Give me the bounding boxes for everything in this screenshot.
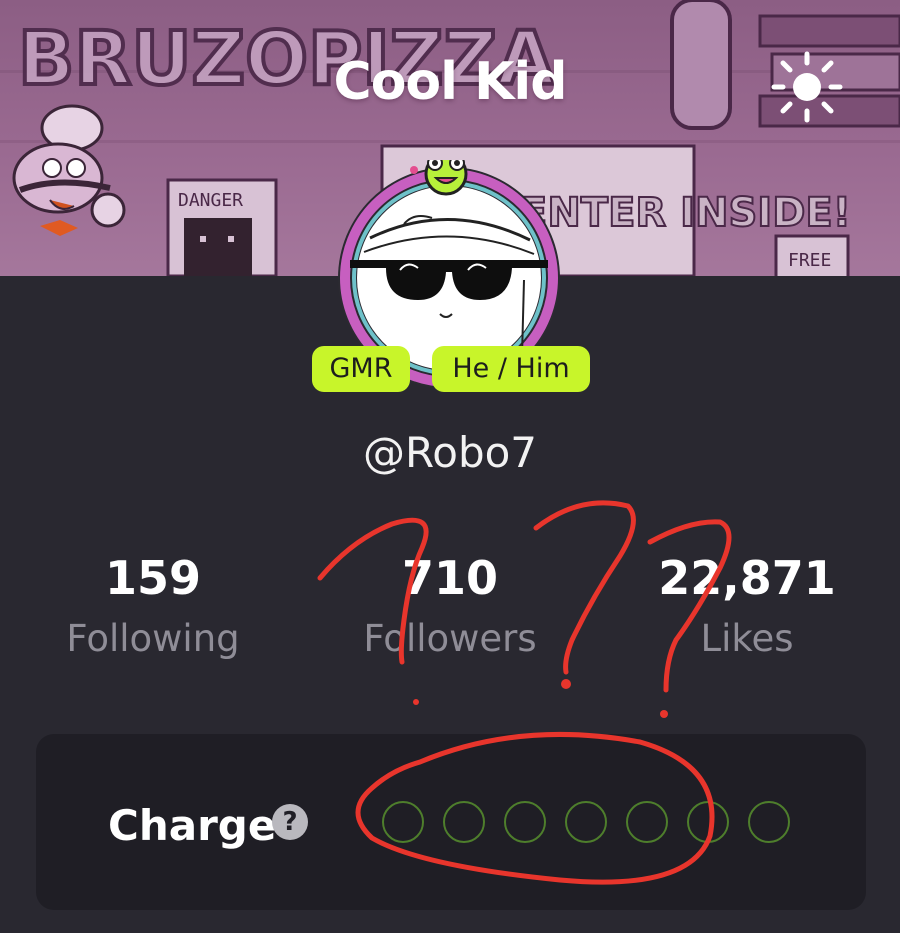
charge-dot [565,801,607,843]
stat-label: Likes [700,617,794,660]
stat-label: Followers [363,617,537,660]
svg-text:DANGER: DANGER [178,190,243,211]
theme-toggle-button[interactable] [770,50,844,124]
page-title: Cool Kid [333,52,568,112]
sun-icon [771,51,843,123]
chef-character [12,104,126,236]
free-sign: FREE [774,234,850,276]
stat-value: 22,871 [658,551,836,605]
charge-dot [504,801,546,843]
pronoun-badge: He / Him [432,346,590,392]
charge-label: Charge [108,801,277,850]
svg-text:ENTER INSIDE!: ENTER INSIDE! [520,190,851,236]
username-handle: @Robo7 [362,428,538,477]
charge-card: Charge ? [36,734,866,910]
stat-likes[interactable]: 22,871 Likes [617,550,877,664]
stat-followers[interactable]: 710 Followers [320,550,580,664]
charge-dot [443,801,485,843]
svg-text:FREE: FREE [788,250,831,271]
tag-badge: GMR [312,346,410,392]
charge-dot [382,801,424,843]
charge-dot [687,801,729,843]
stat-value: 159 [104,551,202,605]
stat-value: 710 [401,551,499,605]
charge-dot [626,801,668,843]
help-icon[interactable]: ? [272,804,308,840]
charge-dot [748,801,790,843]
stat-label: Following [66,617,240,660]
danger-sign: DANGER [166,178,278,276]
stat-following[interactable]: 159 Following [23,550,283,664]
